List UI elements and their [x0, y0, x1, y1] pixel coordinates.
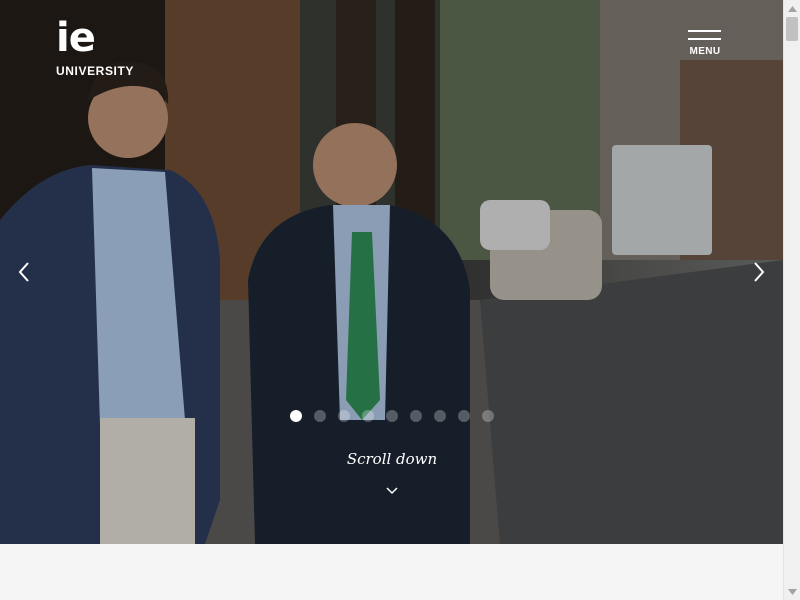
menu-label: MENU [689, 46, 721, 57]
carousel-pagination [290, 410, 494, 422]
caret-up-icon [788, 5, 797, 12]
carousel-dot[interactable] [434, 410, 446, 422]
chevron-right-icon [754, 262, 765, 282]
carousel-next-button[interactable] [745, 258, 773, 286]
chevron-down-icon [386, 487, 398, 495]
carousel-prev-button[interactable] [10, 258, 38, 286]
menu-button[interactable]: MENU [688, 30, 722, 57]
content-area [0, 544, 783, 600]
carousel-dot[interactable] [482, 410, 494, 422]
carousel-dot[interactable] [410, 410, 422, 422]
carousel-dot[interactable] [290, 410, 302, 422]
logo-wordmark: UNIVERSITY [56, 64, 135, 78]
caret-down-icon [788, 588, 797, 595]
hero-carousel: ie UNIVERSITY MENU Scroll down [0, 0, 783, 544]
hamburger-icon [688, 30, 722, 40]
scroll-up-arrow-button[interactable] [784, 0, 800, 17]
page-scrollbar[interactable] [783, 0, 800, 600]
scroll-down-arrow-button[interactable] [784, 583, 800, 600]
carousel-dot[interactable] [314, 410, 326, 422]
chevron-left-icon [18, 262, 29, 282]
carousel-dot[interactable] [386, 410, 398, 422]
scrollbar-thumb[interactable] [786, 17, 798, 41]
ie-university-logo[interactable]: ie UNIVERSITY [56, 18, 134, 78]
carousel-dot[interactable] [338, 410, 350, 422]
scroll-down-label: Scroll down [346, 450, 438, 468]
carousel-dot[interactable] [458, 410, 470, 422]
carousel-dot[interactable] [362, 410, 374, 422]
scroll-down-link[interactable]: Scroll down [341, 450, 443, 495]
logo-mark: ie [56, 15, 96, 61]
